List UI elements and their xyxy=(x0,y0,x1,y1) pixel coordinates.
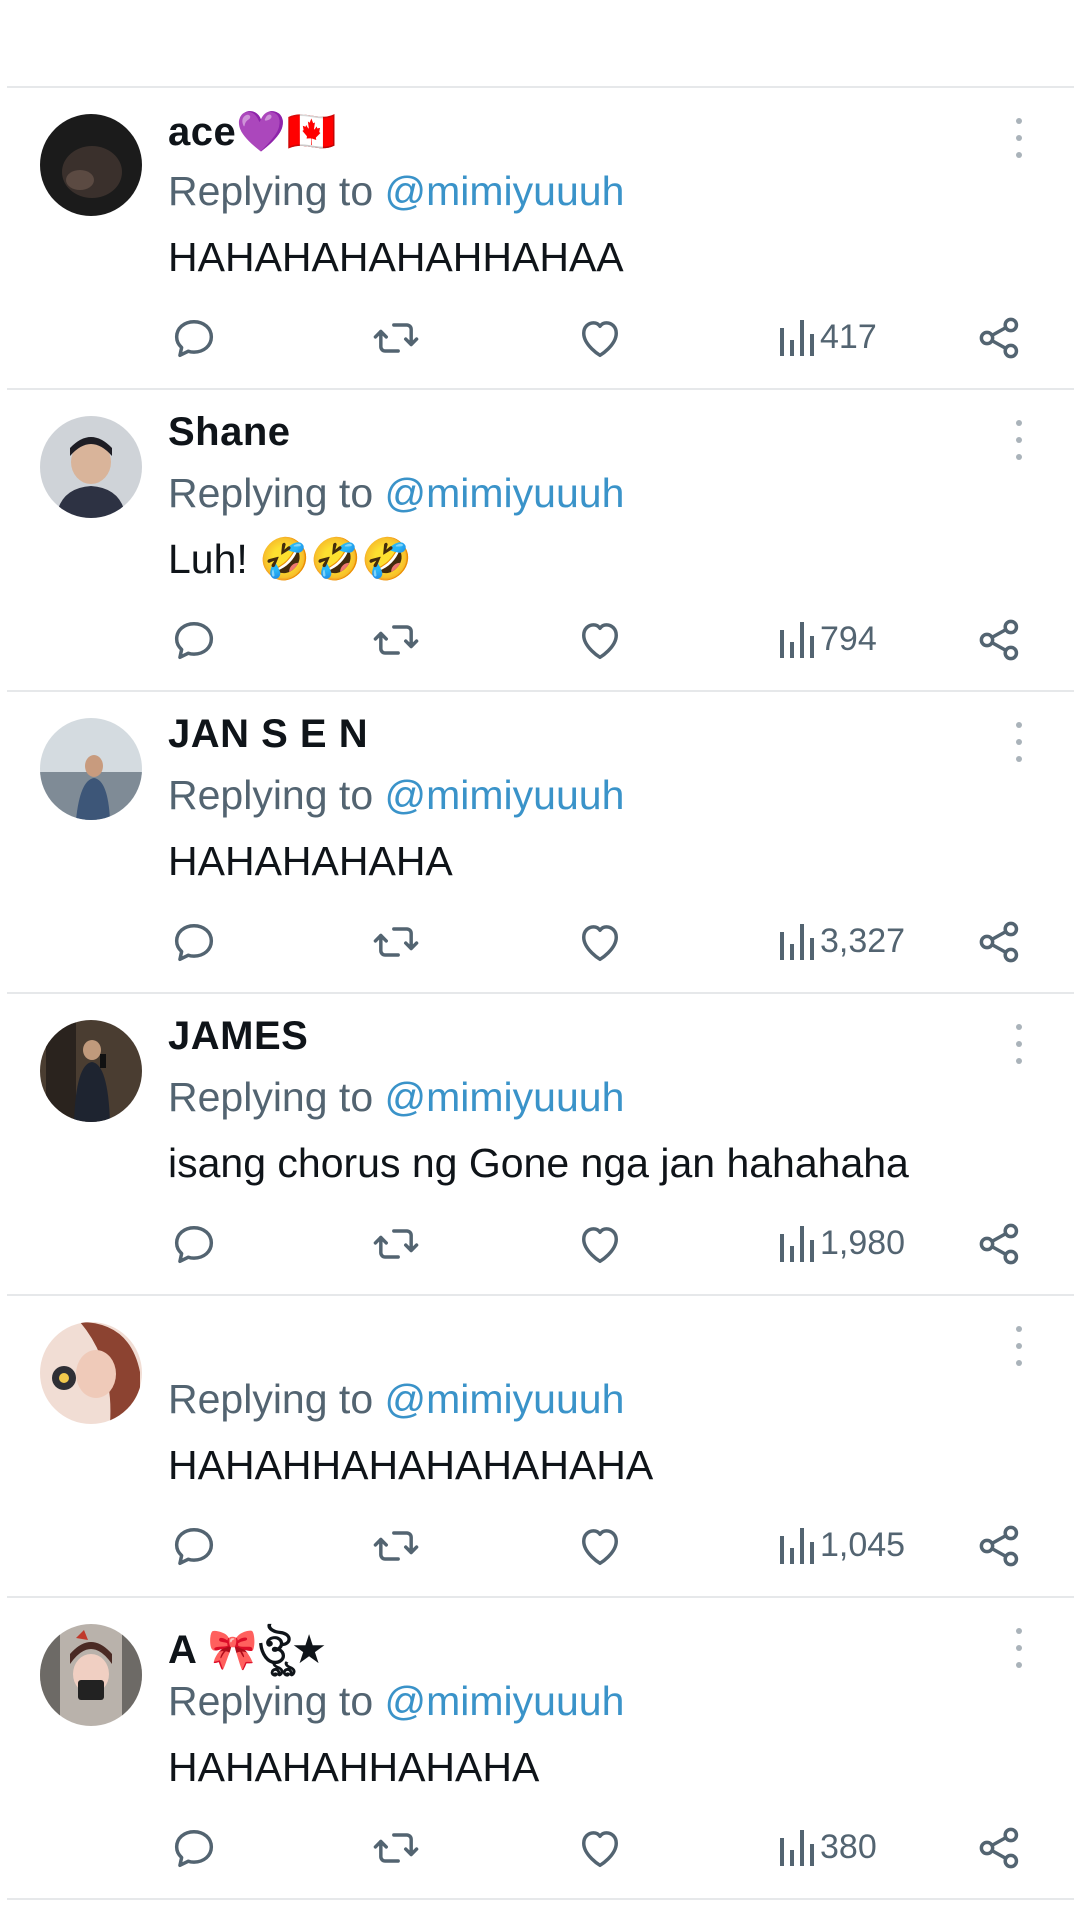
action-bar: 3,327 xyxy=(0,916,1080,968)
display-name[interactable]: Shane xyxy=(168,410,291,455)
replying-to: Replying to @mimiyuuuh xyxy=(168,168,624,215)
action-bar: 1,980 xyxy=(0,1218,1080,1270)
reply-text: HAHAHAHAHA xyxy=(168,838,453,884)
views-count: 3,327 xyxy=(820,922,906,960)
replying-prefix: Replying to xyxy=(168,772,385,818)
more-icon[interactable] xyxy=(1006,418,1032,462)
retweet-icon[interactable] xyxy=(370,614,422,666)
reply-text: HAHAHAHAHAHHAHAA xyxy=(168,234,624,280)
action-bar: 794 xyxy=(0,614,1080,666)
replying-to: Replying to @mimiyuuuh xyxy=(168,772,624,819)
mention-link[interactable]: @mimiyuuuh xyxy=(385,772,625,818)
avatar[interactable] xyxy=(40,718,142,820)
replying-prefix: Replying to xyxy=(168,168,385,214)
views-count: 794 xyxy=(820,620,877,658)
reply-text: HAHAHAHHAHAHA xyxy=(168,1744,540,1790)
action-bar: 1,045 xyxy=(0,1520,1080,1572)
replying-prefix: Replying to xyxy=(168,1376,385,1422)
replying-to: Replying to @mimiyuuuh xyxy=(168,470,624,517)
reply-item[interactable]: ace💜🇨🇦 Replying to @mimiyuuuh HAHAHAHAHA… xyxy=(0,88,1080,388)
reply-item[interactable]: Shane Replying to @mimiyuuuh Luh! 🤣🤣🤣 79… xyxy=(0,390,1080,690)
share-icon[interactable] xyxy=(974,614,1026,666)
mention-link[interactable]: @mimiyuuuh xyxy=(385,1074,625,1120)
more-icon[interactable] xyxy=(1006,1022,1032,1066)
share-icon[interactable] xyxy=(974,1218,1026,1270)
reply-item[interactable]: JAN S E N Replying to @mimiyuuuh HAHAHAH… xyxy=(0,692,1080,992)
replying-to: Replying to @mimiyuuuh xyxy=(168,1678,624,1725)
like-icon[interactable] xyxy=(574,614,626,666)
like-icon[interactable] xyxy=(574,312,626,364)
reply-item[interactable]: Replying to @mimiyuuuh HAHAHHAHAHAHAHAHA… xyxy=(0,1296,1080,1596)
divider xyxy=(7,1898,1074,1900)
share-icon[interactable] xyxy=(974,916,1026,968)
retweet-icon[interactable] xyxy=(370,1822,422,1874)
mention-link[interactable]: @mimiyuuuh xyxy=(385,470,625,516)
replying-prefix: Replying to xyxy=(168,470,385,516)
more-icon[interactable] xyxy=(1006,720,1032,764)
action-bar: 417 xyxy=(0,312,1080,364)
views-count: 380 xyxy=(820,1828,877,1866)
reply-icon[interactable] xyxy=(168,916,220,968)
mention-link[interactable]: @mimiyuuuh xyxy=(385,1678,625,1724)
reply-item[interactable]: A 🎀ঔৣ★ Replying to @mimiyuuuh HAHAHAHHAH… xyxy=(0,1598,1080,1898)
avatar[interactable] xyxy=(40,1322,142,1424)
display-name[interactable]: ace💜🇨🇦 xyxy=(168,108,337,155)
views-count: 1,045 xyxy=(820,1526,906,1564)
retweet-icon[interactable] xyxy=(370,1218,422,1270)
like-icon[interactable] xyxy=(574,916,626,968)
share-icon[interactable] xyxy=(974,1520,1026,1572)
avatar[interactable] xyxy=(40,1624,142,1726)
action-bar: 380 xyxy=(0,1822,1080,1874)
avatar[interactable] xyxy=(40,1020,142,1122)
reply-icon[interactable] xyxy=(168,1218,220,1270)
mention-link[interactable]: @mimiyuuuh xyxy=(385,168,625,214)
share-icon[interactable] xyxy=(974,1822,1026,1874)
display-name[interactable]: JAN S E N xyxy=(168,712,368,757)
replying-prefix: Replying to xyxy=(168,1678,385,1724)
views-count: 1,980 xyxy=(820,1224,906,1262)
like-icon[interactable] xyxy=(574,1218,626,1270)
replying-prefix: Replying to xyxy=(168,1074,385,1120)
avatar[interactable] xyxy=(40,114,142,216)
reply-icon[interactable] xyxy=(168,614,220,666)
retweet-icon[interactable] xyxy=(370,312,422,364)
retweet-icon[interactable] xyxy=(370,916,422,968)
reply-text: isang chorus ng Gone nga jan hahahaha xyxy=(168,1140,909,1186)
replying-to: Replying to @mimiyuuuh xyxy=(168,1074,624,1121)
reply-icon[interactable] xyxy=(168,1822,220,1874)
display-name[interactable]: A 🎀ঔৣ★ xyxy=(168,1618,328,1685)
share-icon[interactable] xyxy=(974,312,1026,364)
reply-item[interactable]: JAMES Replying to @mimiyuuuh isang choru… xyxy=(0,994,1080,1294)
more-icon[interactable] xyxy=(1006,116,1032,160)
like-icon[interactable] xyxy=(574,1520,626,1572)
reply-text: HAHAHHAHAHAHAHAHA xyxy=(168,1442,654,1488)
retweet-icon[interactable] xyxy=(370,1520,422,1572)
display-name[interactable]: JAMES xyxy=(168,1014,308,1059)
reply-icon[interactable] xyxy=(168,1520,220,1572)
views-count: 417 xyxy=(820,318,877,356)
like-icon[interactable] xyxy=(574,1822,626,1874)
mention-link[interactable]: @mimiyuuuh xyxy=(385,1376,625,1422)
reply-text: Luh! 🤣🤣🤣 xyxy=(168,536,413,582)
more-icon[interactable] xyxy=(1006,1626,1032,1670)
avatar[interactable] xyxy=(40,416,142,518)
reply-icon[interactable] xyxy=(168,312,220,364)
replying-to: Replying to @mimiyuuuh xyxy=(168,1376,624,1423)
more-icon[interactable] xyxy=(1006,1324,1032,1368)
